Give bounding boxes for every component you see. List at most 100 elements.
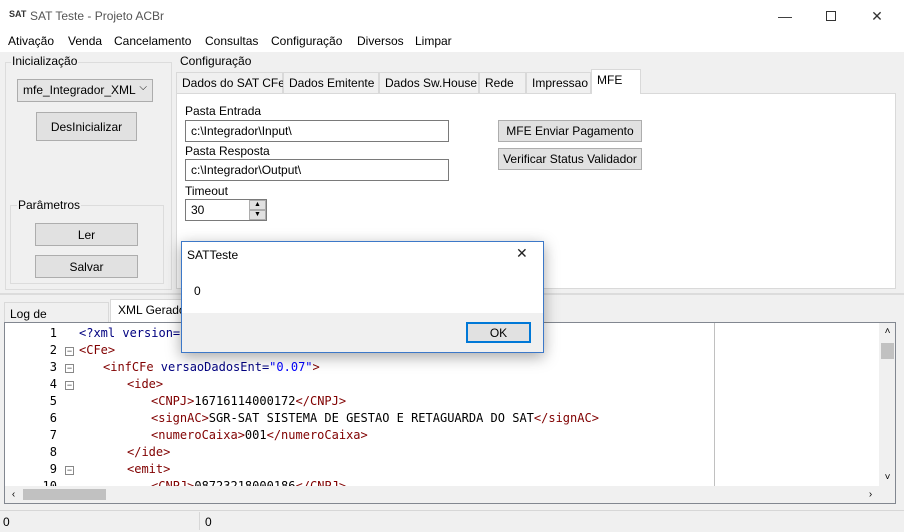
menu-limpar[interactable]: Limpar xyxy=(415,34,452,48)
code-line: <signAC>SGR-SAT SISTEMA DE GESTAO E RETA… xyxy=(151,411,599,425)
horizontal-scroll-thumb[interactable] xyxy=(23,489,106,500)
code-line: <infCFe versaoDadosEnt="0.07"> xyxy=(103,360,320,374)
line-number: 6 xyxy=(49,411,57,425)
horizontal-scrollbar[interactable]: ‹ › xyxy=(5,486,879,503)
line-number: 8 xyxy=(49,445,57,459)
scroll-left-icon[interactable]: ‹ xyxy=(5,486,22,503)
tab-log-de-comandos[interactable]: Log de Comandos xyxy=(4,302,109,335)
status-left: 0 xyxy=(3,515,10,529)
line-number: 9 xyxy=(49,462,57,476)
code-line: <numeroCaixa>001</numeroCaixa> xyxy=(151,428,368,442)
init-group-label: Inicialização xyxy=(11,54,79,68)
tab-impressao[interactable]: Impressao xyxy=(526,72,591,93)
maximize-button[interactable] xyxy=(808,0,854,32)
code-token: <infCFe xyxy=(103,360,161,374)
code-line: <CFe> xyxy=(79,343,115,357)
vertical-scroll-thumb[interactable] xyxy=(881,343,894,359)
line-number: 1 xyxy=(49,326,57,340)
tab-dados-emitente[interactable]: Dados Emitente xyxy=(283,72,379,93)
fold-toggle-icon[interactable]: − xyxy=(65,381,74,390)
stepper-down-button[interactable]: ▼ xyxy=(249,210,266,220)
status-bar xyxy=(0,510,904,532)
params-group-label: Parâmetros xyxy=(17,198,82,212)
deinit-button[interactable]: DesInicializar xyxy=(36,112,137,141)
dialog-ok-label: OK xyxy=(489,325,508,340)
code-line: <?xml version= xyxy=(79,326,180,340)
status-divider xyxy=(199,512,200,530)
code-token: </ide> xyxy=(127,445,171,459)
menu-ativacao[interactable]: Ativação xyxy=(8,34,54,48)
code-token: <?xml version= xyxy=(79,326,181,340)
line-number-gutter: 12345678910 xyxy=(5,323,65,503)
scroll-up-icon[interactable]: ˄ xyxy=(879,323,895,340)
code-line: <CNPJ>16716114000172</CNPJ> xyxy=(151,394,346,408)
code-token: 16716114000172 xyxy=(194,394,296,408)
verify-status-button-label: Verificar Status Validador xyxy=(503,152,637,166)
timeout-label: Timeout xyxy=(185,184,228,198)
window-title: SAT Teste - Projeto ACBr xyxy=(30,9,165,23)
menu-configuracao[interactable]: Configuração xyxy=(271,34,342,48)
code-token: <CFe> xyxy=(79,343,116,357)
vertical-scrollbar[interactable]: ˄ ˅ xyxy=(879,323,895,486)
model-select[interactable]: mfe_Integrador_XML ⌵ xyxy=(17,79,153,102)
code-token: <emit> xyxy=(127,462,171,476)
dialog-message: 0 xyxy=(194,284,201,298)
tab-dados-sat-cfe[interactable]: Dados do SAT CFe xyxy=(176,72,285,93)
code-line: <emit> xyxy=(127,462,170,476)
chevron-down-icon: ⌵ xyxy=(139,82,147,93)
code-token: versaoDadosEnt= xyxy=(160,360,270,374)
line-number: 4 xyxy=(49,377,57,391)
arrow-up-icon: ▲ xyxy=(254,201,261,208)
menu-cancelamento[interactable]: Cancelamento xyxy=(114,34,191,48)
code-token: </numeroCaixa> xyxy=(266,428,368,442)
code-token: "0.07" xyxy=(269,360,313,374)
verify-status-button[interactable]: Verificar Status Validador xyxy=(498,148,642,170)
scroll-down-icon[interactable]: ˅ xyxy=(879,469,895,486)
line-number: 7 xyxy=(49,428,57,442)
tab-dados-sw-house[interactable]: Dados Sw.House xyxy=(379,72,479,93)
code-token: <numeroCaixa> xyxy=(151,428,245,442)
message-dialog: SATTeste ✕ 0 OK xyxy=(181,241,544,353)
maximize-icon xyxy=(826,11,836,21)
code-token: > xyxy=(312,360,320,374)
dialog-ok-button[interactable]: OK xyxy=(466,322,531,343)
send-payment-button-label: MFE Enviar Pagamento xyxy=(506,124,634,138)
line-number: 3 xyxy=(49,360,57,374)
pasta-entrada-field[interactable]: c:\Integrador\Input\ xyxy=(185,120,449,142)
send-payment-button[interactable]: MFE Enviar Pagamento xyxy=(498,120,642,142)
save-button[interactable]: Salvar xyxy=(35,255,138,278)
pasta-resposta-field[interactable]: c:\Integrador\Output\ xyxy=(185,159,449,181)
fold-toggle-icon[interactable]: − xyxy=(65,364,74,373)
dialog-close-icon[interactable]: ✕ xyxy=(516,245,528,262)
close-window-button[interactable]: ✕ xyxy=(854,0,900,32)
pasta-entrada-label: Pasta Entrada xyxy=(185,104,262,118)
line-number: 2 xyxy=(49,343,57,357)
minimize-button[interactable]: — xyxy=(762,0,808,32)
tab-rede[interactable]: Rede xyxy=(479,72,526,93)
tab-mfe[interactable]: MFE xyxy=(591,69,641,94)
dialog-body xyxy=(182,269,543,313)
code-token: <ide> xyxy=(127,377,164,391)
menu-diversos[interactable]: Diversos xyxy=(357,34,404,48)
dialog-title: SATTeste xyxy=(187,248,239,262)
fold-toggle-icon[interactable]: − xyxy=(65,347,74,356)
scroll-corner xyxy=(879,486,895,503)
arrow-down-icon: ▼ xyxy=(254,211,261,218)
code-token: <signAC> xyxy=(151,411,209,425)
scroll-right-icon[interactable]: › xyxy=(862,486,879,503)
menu-venda[interactable]: Venda xyxy=(68,34,102,48)
save-button-label: Salvar xyxy=(69,259,104,274)
deinit-button-label: DesInicializar xyxy=(50,119,123,134)
line-number: 5 xyxy=(49,394,57,408)
read-button[interactable]: Ler xyxy=(35,223,138,246)
timeout-value: 30 xyxy=(191,203,205,217)
model-select-value: mfe_Integrador_XML xyxy=(23,83,136,97)
read-button-label: Ler xyxy=(77,227,96,242)
close-icon: ✕ xyxy=(871,7,883,24)
minimize-icon: — xyxy=(778,8,792,24)
tab-xml-gerado[interactable]: XML Gerado xyxy=(110,299,190,322)
code-token: </signAC> xyxy=(533,411,599,425)
stepper-up-button[interactable]: ▲ xyxy=(249,200,266,210)
fold-toggle-icon[interactable]: − xyxy=(65,466,74,475)
menu-consultas[interactable]: Consultas xyxy=(205,34,258,48)
